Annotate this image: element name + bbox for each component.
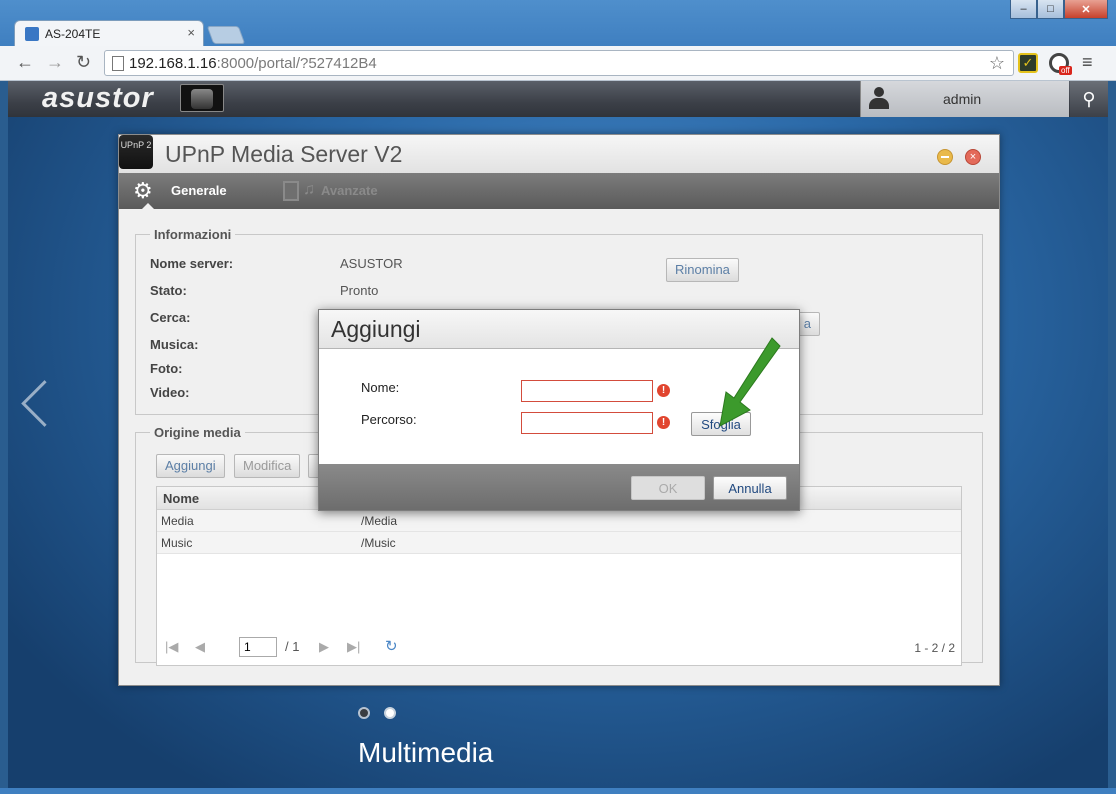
back-arrow-icon[interactable]: ← (16, 52, 34, 73)
last-page-icon[interactable]: ▶| (347, 639, 360, 655)
first-page-icon[interactable]: |◀ (165, 639, 178, 655)
page-dots (358, 707, 396, 719)
browser-bottom-border (0, 788, 1116, 794)
page-dot-1[interactable] (358, 707, 370, 719)
rename-button[interactable]: Rinomina (666, 258, 739, 282)
refresh-icon[interactable]: ↻ (385, 637, 398, 655)
tab-label: Avanzate (321, 183, 378, 198)
desktop-page-label: Multimedia (358, 737, 494, 768)
info-label: Cerca: (150, 310, 191, 325)
browser-titlebar: AS-204TE × – □ ✕ (0, 0, 1116, 46)
info-label: Stato: (150, 283, 187, 298)
media-legend: Origine media (154, 425, 241, 440)
asustor-logo: asustor (42, 82, 154, 114)
window-title: UPnP Media Server V2 (165, 141, 403, 167)
window-tabs: ⚙ Generale ♫ Avanzate (119, 173, 999, 210)
browser-menu-icon[interactable]: ≡ (1082, 52, 1093, 73)
user-menu[interactable]: admin (860, 81, 1069, 117)
info-label: Video: (150, 385, 190, 400)
window-maximize-button[interactable]: □ (1037, 0, 1064, 19)
dialog-title: Aggiungi (331, 316, 421, 342)
prev-page-icon[interactable]: ◀ (195, 639, 205, 655)
pager: |◀ ◀ / 1 ▶ ▶| ↻ 1 - 2 / 2 (157, 635, 961, 661)
tab-close-button[interactable]: × (187, 25, 195, 40)
film-music-icon: ♫ (283, 181, 317, 201)
path-error-icon: ! (657, 416, 670, 429)
window-minimize-icon[interactable] (937, 149, 953, 165)
path-label: Percorso: (361, 412, 417, 427)
user-name: admin (943, 91, 982, 107)
browser-toolbar: ← → ↻ 192.168.1.16:8000/portal/?527412B4… (0, 46, 1116, 81)
ok-button[interactable]: OK (631, 476, 705, 500)
forward-arrow-icon[interactable]: → (46, 52, 64, 73)
window-minimize-button[interactable]: – (1010, 0, 1037, 19)
info-label: Nome server: (150, 256, 234, 271)
table-row[interactable]: Media /Media (157, 510, 961, 532)
record-count: 1 - 2 / 2 (914, 641, 955, 655)
user-icon (869, 87, 889, 109)
edit-source-button[interactable]: Modifica (234, 454, 301, 478)
page-total: / 1 (285, 639, 300, 654)
info-legend: Informazioni (154, 227, 232, 242)
page-dot-2[interactable] (384, 707, 396, 719)
active-tab-indicator (141, 203, 155, 210)
next-page-icon[interactable]: ▶ (319, 639, 329, 655)
asustor-favicon-icon (25, 27, 39, 41)
page-input[interactable] (239, 637, 277, 657)
dialog-footer: OK Annulla (319, 464, 799, 510)
cancel-button[interactable]: Annulla (713, 476, 787, 500)
name-error-icon: ! (657, 384, 670, 397)
media-source-table: Nome Media /Media Music /Music |◀ ◀ / 1 … (156, 486, 962, 666)
window-titlebar[interactable]: UPnP 2 UPnP Media Server V2 × (119, 135, 999, 173)
name-label: Nome: (361, 380, 400, 395)
upnp-app-icon: UPnP 2 (119, 135, 153, 169)
table-row[interactable]: Music /Music (157, 532, 961, 554)
server-name-value: ASUSTOR (340, 256, 403, 271)
annotation-arrow-icon (719, 337, 781, 427)
browser-tab[interactable]: AS-204TE × (14, 20, 204, 46)
tab-generale[interactable]: ⚙ Generale (119, 173, 259, 210)
info-label: Foto: (150, 361, 183, 376)
window-controls: – □ ✕ (1010, 0, 1108, 20)
address-bar[interactable]: 192.168.1.16:8000/portal/?527412B4 ☆ (104, 50, 1014, 76)
adm-topbar: asustor admin ⚲ (8, 81, 1108, 117)
tab-avanzate[interactable]: ♫ Avanzate (269, 173, 409, 209)
add-source-button[interactable]: Aggiungi (156, 454, 225, 478)
name-input[interactable] (521, 380, 653, 402)
info-label: Musica: (150, 337, 199, 352)
window-close-icon[interactable]: × (965, 149, 981, 165)
column-name[interactable]: Nome (163, 491, 199, 506)
window-close-button[interactable]: ✕ (1064, 0, 1108, 19)
page-icon (112, 56, 124, 71)
previous-page-icon[interactable] (18, 379, 68, 439)
status-value: Pronto (340, 283, 379, 298)
new-tab-button[interactable] (206, 26, 246, 44)
address-url: 192.168.1.16:8000/portal/?527412B4 (129, 55, 377, 72)
extension-off-badge: off (1059, 66, 1072, 75)
gear-icon: ⚙ (133, 178, 153, 203)
extension-check-icon[interactable]: ✓ (1018, 53, 1038, 73)
tab-label: Generale (171, 183, 227, 198)
tab-title: AS-204TE (45, 27, 101, 41)
bookmark-star-icon[interactable]: ☆ (989, 53, 1005, 74)
reload-icon[interactable]: ↻ (76, 52, 91, 73)
search-icon[interactable]: ⚲ (1070, 81, 1108, 117)
taskbar-upnp-app-icon[interactable] (180, 84, 224, 112)
path-input[interactable] (521, 412, 653, 434)
